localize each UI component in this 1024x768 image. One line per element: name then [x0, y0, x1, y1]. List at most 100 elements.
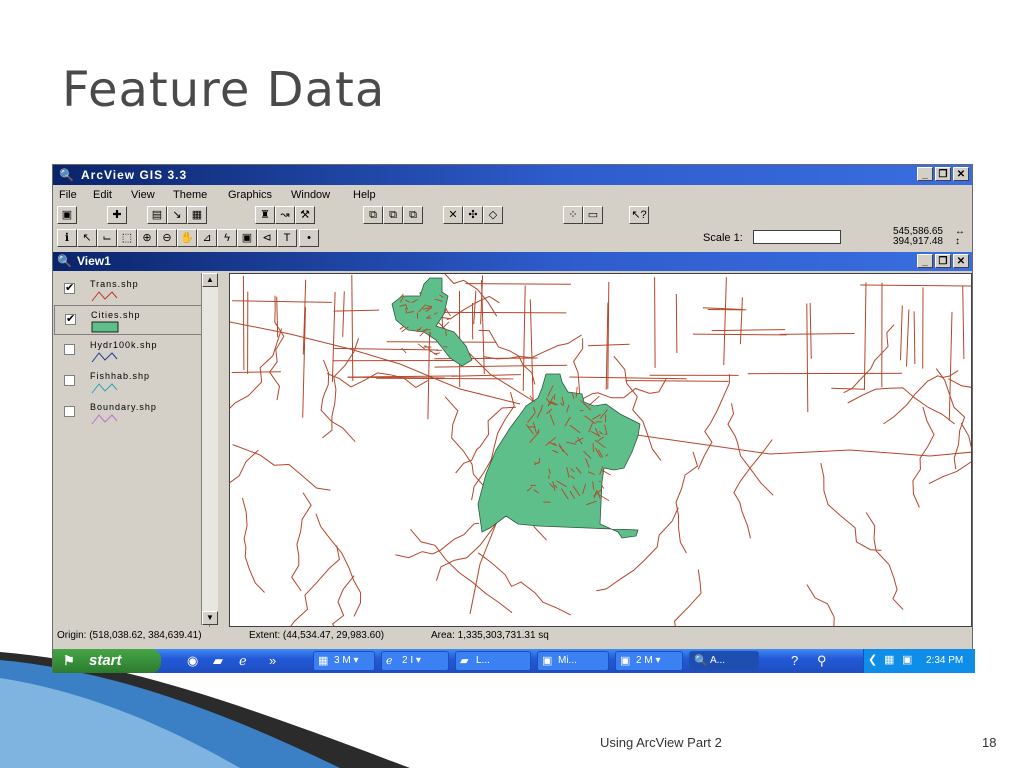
theme-cities[interactable]: ✔ Cities.shp	[54, 305, 202, 335]
polygon-legend-icon	[91, 321, 119, 333]
theme-properties-icon[interactable]: ▤	[147, 206, 167, 224]
tray-chevron-icon[interactable]: ❮	[868, 653, 877, 666]
start-button[interactable]: ⚑ start	[53, 649, 161, 673]
zoom-in-icon[interactable]: ⊕	[137, 229, 157, 247]
tray-network-icon[interactable]: ▦	[884, 653, 894, 666]
theme-boundary[interactable]: Boundary.shp	[54, 398, 202, 428]
view-restore-button[interactable]: ❐	[935, 254, 951, 268]
road-segment	[242, 275, 245, 371]
task-mi[interactable]: ▣ Mi...	[537, 651, 609, 671]
menu-window[interactable]: Window	[291, 189, 330, 201]
road-segment	[553, 394, 556, 400]
menu-theme[interactable]: Theme	[173, 189, 207, 201]
theme-checkbox[interactable]: ✔	[64, 283, 75, 294]
road-segment	[960, 422, 971, 448]
quicklaunch-folder-icon[interactable]: ▰	[213, 653, 223, 669]
taskbar-help-icon[interactable]: ?	[791, 653, 798, 668]
zoom-out-icon[interactable]: ⊖	[157, 229, 177, 247]
minimize-button[interactable]: _	[917, 167, 933, 181]
save-project-icon[interactable]: ▣	[57, 206, 77, 224]
windows-flag-icon: ⚑	[63, 653, 75, 668]
road-segment	[779, 333, 855, 335]
task-excel[interactable]: ▦ 3 M ▾	[313, 651, 375, 671]
task-ie[interactable]: ℯ2 I ▾	[381, 651, 449, 671]
menu-view[interactable]: View	[131, 189, 155, 201]
zoom-in-fixed-icon[interactable]: ✕	[443, 206, 463, 224]
road-segment	[326, 372, 429, 388]
quicklaunch-browser-icon[interactable]: ◉	[187, 653, 198, 669]
query-builder-icon[interactable]: ⚒	[295, 206, 315, 224]
road-segment	[806, 584, 835, 626]
menu-graphics[interactable]: Graphics	[228, 189, 272, 201]
view-minimize-button[interactable]: _	[917, 254, 933, 268]
draw-point-icon[interactable]: •	[299, 229, 319, 247]
tray-monitor-icon[interactable]: ▣	[902, 653, 912, 666]
zoom-out-fixed-icon[interactable]: ✣	[463, 206, 483, 224]
map-canvas[interactable]	[229, 273, 972, 627]
add-theme-icon[interactable]: ✚	[107, 206, 127, 224]
task-folder[interactable]: ▰ L...	[455, 651, 531, 671]
zoom-full-extent-icon[interactable]: ⧉	[363, 206, 383, 224]
identify-icon[interactable]: ℹ	[57, 229, 77, 247]
task-label: 3 M	[334, 655, 351, 666]
theme-checkbox[interactable]	[64, 375, 75, 386]
scroll-down-icon[interactable]: ▼	[202, 611, 218, 625]
theme-checkbox[interactable]: ✔	[65, 314, 76, 325]
taskbar-bulb-icon[interactable]: ⚲	[817, 653, 827, 669]
pointer-icon[interactable]: ↖	[77, 229, 97, 247]
edit-legend-icon[interactable]: ↘	[167, 206, 187, 224]
open-table-icon[interactable]: ▦	[187, 206, 207, 224]
find-icon[interactable]: ♜	[255, 206, 275, 224]
road-segment	[231, 371, 281, 373]
pan-hand-icon[interactable]: ✋	[177, 229, 197, 247]
theme-label: Cities.shp	[91, 310, 141, 320]
task-arcview[interactable]: 🔍 A...	[689, 651, 759, 671]
close-button[interactable]: ✕	[953, 167, 969, 181]
help-pointer-icon[interactable]: ↖?	[629, 206, 649, 224]
scale-label: Scale 1:	[703, 232, 743, 244]
task-powerpoint[interactable]: ▣ 2 M ▾	[615, 651, 683, 671]
measure-icon[interactable]: ⊿	[197, 229, 217, 247]
text-tool-icon[interactable]: T	[277, 229, 297, 247]
task-label: 2 I	[402, 655, 414, 666]
scroll-up-icon[interactable]: ▲	[202, 273, 218, 287]
road-segment	[291, 492, 312, 592]
area-of-interest-icon[interactable]: ▣	[237, 229, 257, 247]
scale-input[interactable]	[753, 230, 841, 244]
menu-edit[interactable]: Edit	[93, 189, 112, 201]
hotlink-icon[interactable]: ϟ	[217, 229, 237, 247]
road-segment	[588, 395, 600, 406]
select-features-icon[interactable]: ⁘	[563, 206, 583, 224]
menu-file[interactable]: File	[59, 189, 77, 201]
road-segment	[607, 281, 610, 389]
quicklaunch-ie-icon[interactable]: ℯ	[239, 653, 247, 669]
clear-selection-icon[interactable]: ▭	[583, 206, 603, 224]
theme-fishhab[interactable]: Fishhab.shp	[54, 367, 202, 397]
road-segment	[739, 297, 743, 345]
zoom-selected-icon[interactable]: ⧉	[403, 206, 423, 224]
theme-label: Fishhab.shp	[90, 371, 151, 381]
theme-hydr100k[interactable]: Hydr100k.shp	[54, 336, 202, 366]
theme-checkbox[interactable]	[64, 344, 75, 355]
theme-trans[interactable]: ✔ Trans.shp	[54, 275, 202, 305]
road-segment	[322, 338, 360, 439]
zoom-previous-icon[interactable]: ◇	[483, 206, 503, 224]
status-area: Area: 1,335,303,731.31 sq	[431, 630, 549, 641]
road-segment	[692, 333, 787, 336]
system-tray: ❮ ▦ ▣ 2:34 PM	[863, 649, 975, 673]
city-polygons	[391, 277, 641, 539]
road-segment	[723, 277, 727, 366]
select-feature-icon[interactable]: ⬚	[117, 229, 137, 247]
vertex-edit-icon[interactable]: ⌙	[97, 229, 117, 247]
road-segment	[529, 299, 534, 405]
restore-button[interactable]: ❐	[935, 167, 951, 181]
label-icon[interactable]: ⊲	[257, 229, 277, 247]
toc-scrollbar[interactable]: ▲ ▼	[201, 273, 218, 625]
theme-checkbox[interactable]	[64, 406, 75, 417]
locate-address-icon[interactable]: ↝	[275, 206, 295, 224]
road-segment	[675, 293, 678, 354]
zoom-active-themes-icon[interactable]: ⧉	[383, 206, 403, 224]
menu-help[interactable]: Help	[353, 189, 376, 201]
quicklaunch-overflow-icon[interactable]: »	[269, 653, 276, 668]
view-close-button[interactable]: ✕	[953, 254, 969, 268]
